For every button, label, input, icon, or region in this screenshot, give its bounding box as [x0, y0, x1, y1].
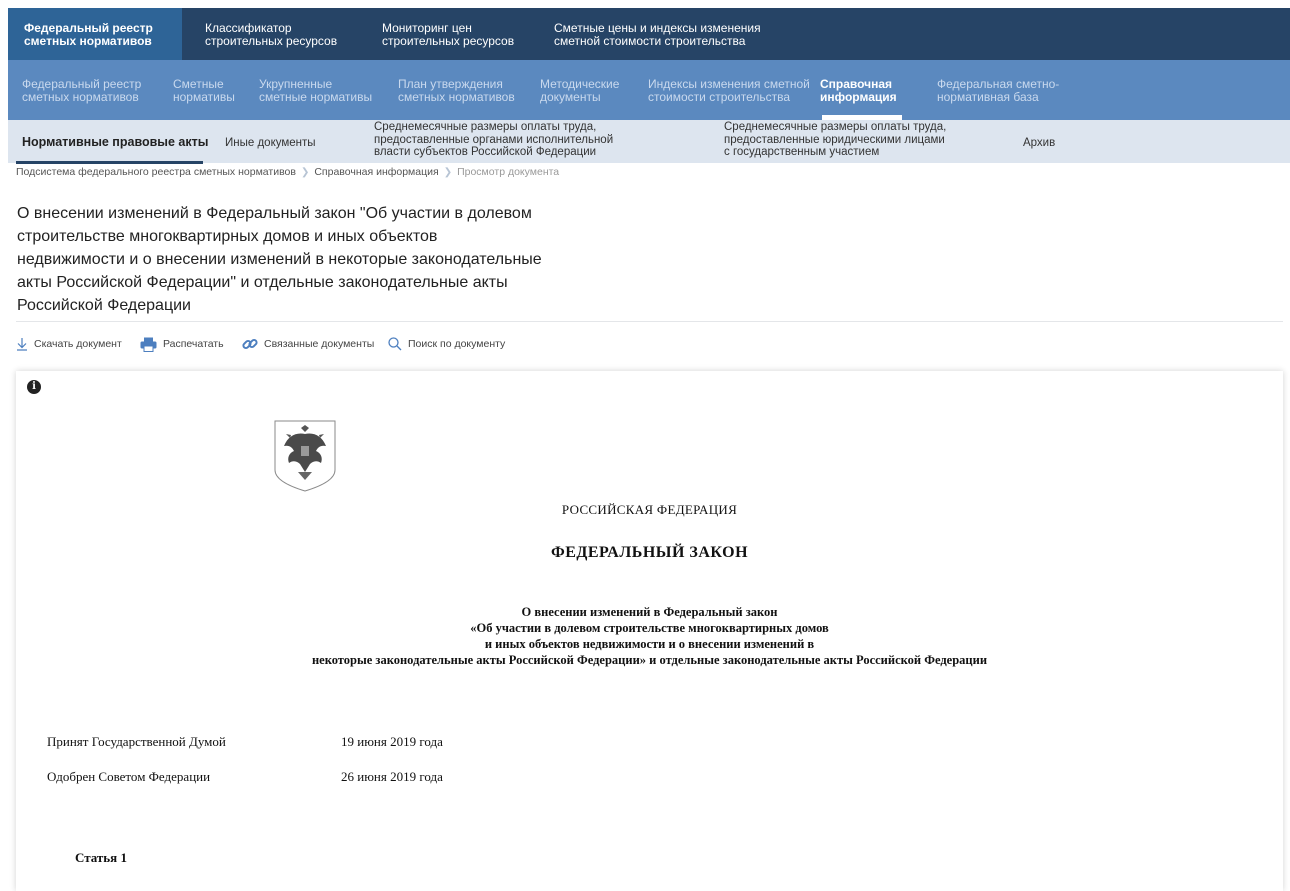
- law-title-line: некоторые законодательные акты Российско…: [311, 653, 988, 667]
- law-title-line: О внесении изменений в Федеральный закон: [521, 605, 778, 619]
- nav-resource-classifier[interactable]: Классификатор строительных ресурсов: [205, 22, 337, 48]
- breadcrumb-current: Просмотр документа: [457, 166, 560, 178]
- tab-wages-legal-entities[interactable]: Среднемесячные размеры оплаты труда, пре…: [724, 121, 946, 159]
- subnav-reference-info[interactable]: Справочная информация: [820, 78, 897, 104]
- approved-label: Одобрен Советом Федерации: [47, 769, 211, 784]
- nav-label-line: сметных нормативов: [24, 34, 152, 48]
- info-icon[interactable]: i: [27, 380, 41, 394]
- print-label: Распечатать: [163, 338, 224, 350]
- nav-label-line: документы: [540, 90, 601, 104]
- search-icon: [388, 337, 402, 351]
- subnav-estimate-norms[interactable]: Сметные нормативы: [173, 78, 235, 104]
- subnav-federal-registry[interactable]: Федеральный реестр сметных нормативов: [22, 78, 141, 104]
- subnav-aggregated-norms[interactable]: Укрупненные сметные нормативы: [259, 78, 372, 104]
- page-title: О внесении изменений в Федеральный закон…: [17, 205, 542, 314]
- tertiary-nav: Нормативные правовые акты Иные документы…: [8, 120, 1290, 164]
- subnav-cost-indices[interactable]: Индексы изменения сметной стоимости стро…: [648, 78, 810, 104]
- tab-label-line: Среднемесячные размеры оплаты труда,: [374, 121, 597, 133]
- approved-date: 26 июня 2019 года: [341, 769, 443, 784]
- nav-label-line: стоимости строительства: [648, 90, 791, 104]
- subnav-approval-plan[interactable]: План утверждения сметных нормативов: [398, 78, 515, 104]
- approved-row: Одобрен Советом Федерации 26 июня 2019 г…: [47, 769, 443, 785]
- nav-label-line: сметные нормативы: [259, 90, 373, 104]
- adopted-row: Принят Государственной Думой 19 июня 201…: [47, 734, 443, 750]
- coat-of-arms-icon: [274, 420, 336, 492]
- download-label: Скачать документ: [34, 338, 122, 350]
- subnav-methodical-docs[interactable]: Методические документы: [540, 78, 619, 104]
- secondary-nav: Федеральный реестр сметных нормативов См…: [8, 60, 1290, 120]
- tab-other-docs[interactable]: Иные документы: [225, 137, 316, 150]
- tab-label: Нормативные правовые акты: [22, 135, 209, 149]
- search-document-button[interactable]: Поиск по документу: [388, 333, 505, 355]
- subnav-federal-base[interactable]: Федеральная сметно- нормативная база: [937, 78, 1059, 104]
- tab-archive[interactable]: Архив: [1023, 137, 1055, 150]
- tab-legal-acts[interactable]: Нормативные правовые акты: [22, 136, 208, 149]
- print-button[interactable]: Распечатать: [140, 333, 224, 355]
- download-icon: [17, 338, 27, 351]
- nav-label-line: информация: [820, 90, 897, 104]
- nav-label-line: сметных нормативов: [22, 90, 139, 104]
- link-icon: [242, 338, 258, 350]
- nav-price-monitoring[interactable]: Мониторинг цен строительных ресурсов: [382, 22, 514, 48]
- printer-icon: [140, 337, 157, 352]
- nav-label-line: сметной стоимости строительства: [554, 34, 746, 48]
- adopted-label: Принят Государственной Думой: [47, 734, 226, 749]
- active-tab-indicator: [16, 161, 203, 164]
- divider: [16, 321, 1283, 322]
- tab-label-line: Среднемесячные размеры оплаты труда,: [724, 121, 947, 133]
- tab-label-line: с государственным участием: [724, 146, 880, 158]
- law-title-line: «Об участии в долевом строительстве мног…: [470, 621, 829, 635]
- tab-label-line: власти субъектов Российской Федерации: [374, 146, 597, 158]
- tab-label-line: предоставленные органами исполнительной: [374, 133, 614, 146]
- law-title-line: и иных объектов недвижимости и о внесени…: [484, 637, 815, 651]
- chevron-right-icon: ❯: [300, 167, 310, 178]
- nav-label-line: сметных нормативов: [398, 90, 515, 104]
- nav-label-line: строительных ресурсов: [382, 34, 515, 48]
- chevron-right-icon: ❯: [443, 167, 453, 178]
- related-docs-label: Связанные документы: [264, 338, 375, 350]
- document-law-title: О внесении изменений в Федеральный закон…: [16, 604, 1283, 668]
- primary-nav: Федеральный реестр сметных нормативов Кл…: [8, 8, 1290, 60]
- tab-label-line: предоставленные юридическими лицами: [724, 133, 945, 146]
- document-viewer: i РОССИЙСКАЯ ФЕДЕРАЦИЯ ФЕДЕРАЛЬНЫЙ ЗАКОН…: [16, 371, 1283, 891]
- download-button[interactable]: Скачать документ: [16, 333, 122, 355]
- tab-label: Архив: [1023, 137, 1056, 149]
- tab-wages-authorities[interactable]: Среднемесячные размеры оплаты труда, пре…: [374, 121, 613, 159]
- nav-federal-registry[interactable]: Федеральный реестр сметных нормативов: [8, 8, 182, 60]
- breadcrumb-item[interactable]: Подсистема федерального реестра сметных …: [16, 166, 296, 178]
- document-law-type: ФЕДЕРАЛЬНЫЙ ЗАКОН: [550, 544, 749, 561]
- breadcrumb: Подсистема федерального реестра сметных …: [16, 166, 559, 178]
- nav-estimate-prices[interactable]: Сметные цены и индексы изменения сметной…: [554, 22, 761, 48]
- nav-label-line: нормативная база: [937, 90, 1039, 104]
- adopted-date: 19 июня 2019 года: [341, 734, 443, 749]
- nav-label-line: строительных ресурсов: [205, 34, 338, 48]
- related-docs-button[interactable]: Связанные документы: [242, 333, 374, 355]
- article-heading: Статья 1: [75, 850, 127, 865]
- tab-label: Иные документы: [225, 137, 316, 149]
- document-country: РОССИЙСКАЯ ФЕДЕРАЦИЯ: [561, 502, 738, 517]
- search-document-label: Поиск по документу: [408, 338, 506, 350]
- nav-label-line: нормативы: [173, 90, 235, 104]
- breadcrumb-item[interactable]: Справочная информация: [314, 166, 438, 178]
